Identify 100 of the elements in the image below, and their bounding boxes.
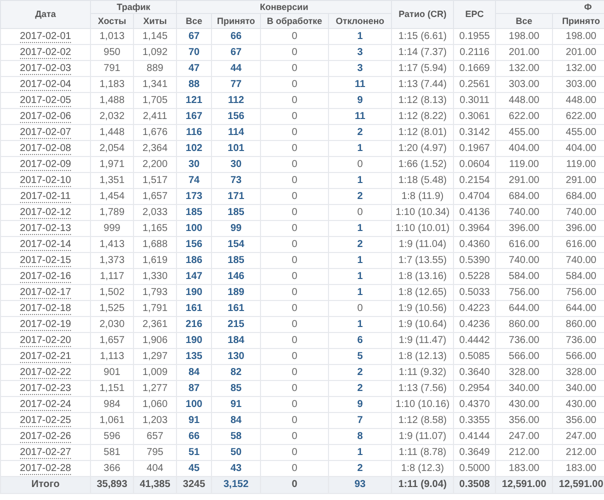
table-cell: 736.00 xyxy=(566,334,596,346)
table-cell: 0 xyxy=(292,158,298,170)
table-cell: 212.00 xyxy=(566,446,596,458)
table-cell: 1:12 (8.22) xyxy=(398,110,447,122)
table-cell: 0 xyxy=(292,398,298,410)
count-link[interactable]: 44 xyxy=(230,62,242,74)
table-cell: 1:20 (4.97) xyxy=(398,142,447,154)
table-cell: 1:9 (11.07) xyxy=(398,430,446,442)
table-cell: 795 xyxy=(146,446,164,458)
table-cell: 1,151 xyxy=(99,382,125,394)
table-cell: 1,330 xyxy=(142,270,168,282)
count-link[interactable]: 3 xyxy=(357,46,363,58)
count-link[interactable]: 82 xyxy=(230,366,242,378)
count-link[interactable]: 11 xyxy=(354,110,366,122)
count-link[interactable]: 1 xyxy=(357,222,363,234)
table-cell: 1,789 xyxy=(99,206,125,218)
column-group-header: Трафик xyxy=(116,2,150,12)
count-link[interactable]: 50 xyxy=(230,446,242,458)
table-cell: 1:17 (5.94) xyxy=(398,62,447,74)
count-link[interactable]: 73 xyxy=(230,174,242,186)
total-cell: 41,385 xyxy=(140,479,170,490)
count-link[interactable]: 5 xyxy=(357,350,363,362)
table-cell: 2,030 xyxy=(99,318,125,330)
table-cell: 455.00 xyxy=(566,126,596,138)
count-link[interactable]: 30 xyxy=(230,158,242,170)
count-link[interactable]: 1 xyxy=(357,318,363,330)
count-link[interactable]: 2 xyxy=(357,238,363,250)
table-cell: 0 xyxy=(292,46,298,58)
table-cell: 1:10 (10.01) xyxy=(396,222,450,234)
column-header: Принято xyxy=(562,16,600,26)
table-cell: 0.4136 xyxy=(459,206,490,218)
count-link[interactable]: 67 xyxy=(230,46,242,58)
count-link[interactable]: 7 xyxy=(357,414,363,426)
table-cell: 1:7 (13.55) xyxy=(398,254,447,266)
table-cell: 119.00 xyxy=(566,158,596,170)
table-cell: 0.4223 xyxy=(459,302,490,314)
table-cell: 1,971 xyxy=(99,158,125,170)
count-link[interactable]: 91 xyxy=(230,398,242,410)
table-cell: 303.00 xyxy=(508,78,540,90)
count-link[interactable]: 85 xyxy=(230,382,242,394)
column-header: Принято xyxy=(217,16,255,26)
count-link[interactable]: 1 xyxy=(357,270,363,282)
table-cell: 247.00 xyxy=(508,430,540,442)
count-link[interactable]: 1 xyxy=(357,446,363,458)
count-link[interactable]: 1 xyxy=(357,254,363,266)
table-cell: 566.00 xyxy=(566,350,596,362)
total-cell: 0.3508 xyxy=(459,479,490,490)
table-cell: 0 xyxy=(292,238,298,250)
table-cell: 584.00 xyxy=(508,270,540,282)
table-cell: 1,448 xyxy=(99,126,125,138)
table-cell: 0.5390 xyxy=(459,254,490,266)
table-cell: 396.00 xyxy=(508,222,540,234)
table-cell: 756.00 xyxy=(508,286,540,298)
table-cell: 0 xyxy=(292,334,298,346)
table-cell: 1,113 xyxy=(100,350,124,362)
count-link[interactable]: 2 xyxy=(357,462,363,474)
table-cell: 0 xyxy=(292,366,298,378)
table-cell: 0.4370 xyxy=(459,398,490,410)
count-link[interactable]: 2 xyxy=(357,126,363,138)
count-link[interactable]: 77 xyxy=(230,78,242,90)
count-link[interactable]: 1 xyxy=(357,30,363,42)
table-cell: 1,145 xyxy=(142,30,168,42)
count-link[interactable]: 1 xyxy=(357,142,363,154)
count-link[interactable]: 58 xyxy=(230,430,242,442)
count-link[interactable]: 1 xyxy=(357,286,363,298)
count-link[interactable]: 8 xyxy=(357,430,363,442)
table-cell: 740.00 xyxy=(566,254,596,266)
count-link[interactable]: 11 xyxy=(354,78,366,90)
table-cell: 455.00 xyxy=(508,126,540,138)
count-link[interactable]: 9 xyxy=(357,94,363,106)
count-link[interactable]: 3 xyxy=(357,62,363,74)
table-cell: 1:11 (9.32) xyxy=(398,366,446,378)
table-cell: 1,341 xyxy=(142,78,168,90)
table-cell: 0.3142 xyxy=(459,126,490,138)
table-cell: 0 xyxy=(292,30,298,42)
count-link[interactable]: 6 xyxy=(357,334,363,346)
column-header: Все xyxy=(516,16,532,26)
total-cell: 0 xyxy=(292,479,298,490)
table-cell: 119.00 xyxy=(509,158,539,170)
count-link[interactable]: 9 xyxy=(357,398,363,410)
table-cell: 430.00 xyxy=(566,398,596,410)
count-link[interactable]: 84 xyxy=(230,414,242,426)
table-cell: 0.5000 xyxy=(459,462,490,474)
table-cell: 1:8 (11.9) xyxy=(402,190,444,202)
table-cell: 0.4442 xyxy=(459,334,490,346)
count-link[interactable]: 2 xyxy=(357,190,363,202)
table-cell: 2,364 xyxy=(142,142,168,154)
table-cell: 0 xyxy=(292,110,298,122)
count-link[interactable]: 66 xyxy=(230,30,242,42)
count-link[interactable]: 99 xyxy=(230,222,242,234)
table-cell: 1,657 xyxy=(99,334,125,346)
column-header: В обработке xyxy=(266,16,322,26)
table-cell: 0.2561 xyxy=(459,78,490,90)
count-link[interactable]: 2 xyxy=(357,382,363,394)
count-link[interactable]: 43 xyxy=(230,462,242,474)
count-link[interactable]: 2 xyxy=(357,366,363,378)
table-cell: 2,033 xyxy=(142,206,168,218)
column-group-header: Ф xyxy=(584,2,592,12)
count-link[interactable]: 1 xyxy=(357,174,363,186)
count-link[interactable]: 93 xyxy=(354,479,366,490)
